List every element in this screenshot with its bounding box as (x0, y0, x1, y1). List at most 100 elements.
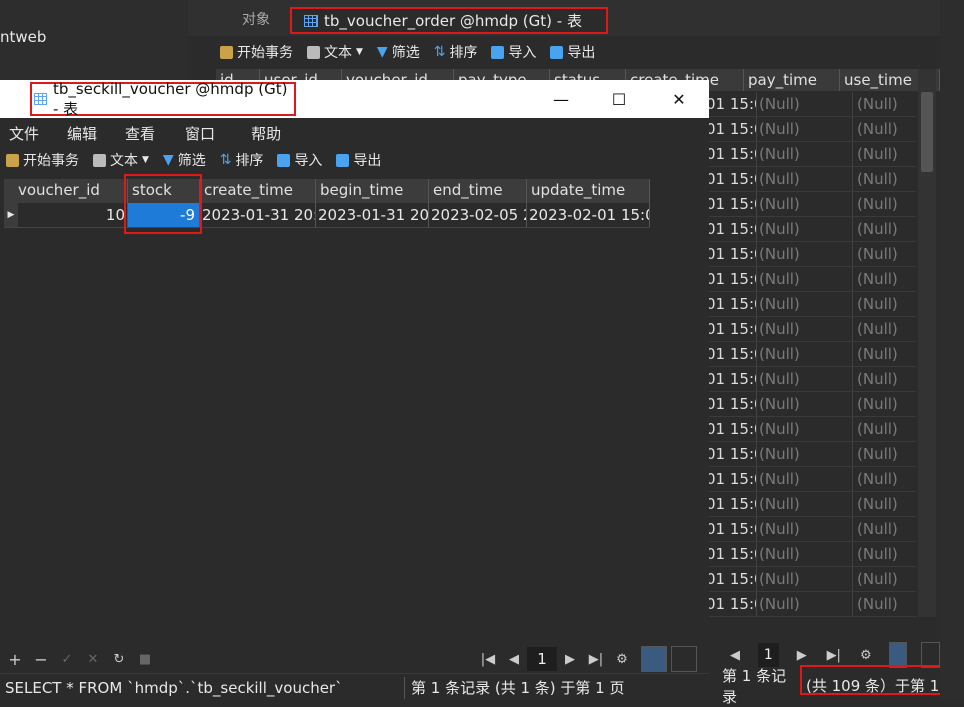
table-row[interactable]: 01 15:0(Null)(Null) (706, 467, 916, 492)
cell-use-time[interactable]: (Null) (852, 192, 916, 216)
column-header-voucher-id[interactable]: voucher_id (4, 179, 128, 203)
cell-use-time[interactable]: (Null) (852, 392, 916, 416)
cell-create-time[interactable]: 01 15:0 (706, 517, 756, 541)
text-button[interactable]: 文本 ▼ (307, 42, 363, 62)
refresh-icon[interactable]: ↻ (106, 652, 132, 667)
sort-button[interactable]: ⇅ 排序 (434, 42, 478, 62)
table-row[interactable]: 01 15:0(Null)(Null) (706, 192, 916, 217)
cell-pay-time[interactable]: (Null) (756, 467, 852, 491)
table-row[interactable]: 01 15:0(Null)(Null) (706, 567, 916, 592)
window-title-bar[interactable]: tb_seckill_voucher @hmdp (Gt) - 表 — ☐ ✕ (0, 80, 709, 118)
cell-pay-time[interactable]: (Null) (756, 117, 852, 141)
filter-button[interactable]: ▼ 筛选 (163, 150, 206, 170)
cell-use-time[interactable]: (Null) (852, 467, 916, 491)
column-header-end-time[interactable]: end_time (429, 179, 527, 203)
cell-use-time[interactable]: (Null) (852, 367, 916, 391)
table-row[interactable]: 01 15:0(Null)(Null) (706, 317, 916, 342)
table-row[interactable]: 01 15:0(Null)(Null) (706, 542, 916, 567)
cell-pay-time[interactable]: (Null) (756, 292, 852, 316)
text-button[interactable]: 文本 ▼ (93, 150, 149, 170)
cell-voucher-id[interactable]: 10 (18, 203, 128, 227)
table-row[interactable]: 01 15:0(Null)(Null) (706, 142, 916, 167)
tab-objects[interactable]: 对象 (242, 9, 270, 29)
cell-use-time[interactable]: (Null) (852, 267, 916, 291)
table-row[interactable]: 01 15:0(Null)(Null) (706, 517, 916, 542)
cell-create-time[interactable]: 01 15:0 (706, 117, 756, 141)
table-row[interactable]: 01 15:0(Null)(Null) (706, 492, 916, 517)
prev-page-icon[interactable]: ◀ (726, 648, 744, 663)
cell-create-time[interactable]: 01 15:0 (706, 217, 756, 241)
menu-help[interactable]: 帮助 (251, 123, 281, 144)
table-row[interactable]: 01 15:0(Null)(Null) (706, 242, 916, 267)
settings-icon[interactable]: ⚙ (609, 652, 635, 667)
cell-use-time[interactable]: (Null) (852, 417, 916, 441)
cell-pay-time[interactable]: (Null) (756, 492, 852, 516)
column-header-update-time[interactable]: update_time (527, 179, 650, 203)
filter-button[interactable]: ▼ 筛选 (377, 42, 420, 62)
last-page-icon[interactable]: ▶| (583, 652, 609, 667)
cell-begin-time[interactable]: 2023-01-31 20: (316, 203, 429, 227)
cell-create-time[interactable]: 2023-01-31 20:5 (200, 203, 316, 227)
cell-use-time[interactable]: (Null) (852, 167, 916, 191)
page-number-field[interactable]: 1 (758, 643, 779, 667)
tab-voucher-order[interactable]: tb_voucher_order @hmdp (Gt) - 表 (290, 7, 608, 34)
minimize-button[interactable]: — (538, 80, 584, 118)
navigator-item-fragment[interactable]: ntweb (0, 28, 46, 46)
cell-use-time[interactable]: (Null) (852, 242, 916, 266)
menu-file[interactable]: 文件 (9, 123, 39, 144)
discard-icon[interactable]: ✕ (80, 652, 106, 667)
cell-end-time[interactable]: 2023-02-05 2 (429, 203, 527, 227)
cell-create-time[interactable]: 01 15:0 (706, 167, 756, 191)
cell-create-time[interactable]: 01 15:0 (706, 392, 756, 416)
cell-pay-time[interactable]: (Null) (756, 217, 852, 241)
begin-transaction-button[interactable]: 开始事务 (220, 42, 293, 62)
cell-pay-time[interactable]: (Null) (756, 342, 852, 366)
begin-transaction-button[interactable]: 开始事务 (6, 150, 79, 170)
cell-pay-time[interactable]: (Null) (756, 592, 852, 616)
page-number-field[interactable]: 1 (527, 647, 557, 671)
cell-create-time[interactable]: 01 15:0 (706, 492, 756, 516)
prev-page-icon[interactable]: ◀ (501, 652, 527, 667)
cell-use-time[interactable]: (Null) (852, 567, 916, 591)
cell-pay-time[interactable]: (Null) (756, 92, 852, 116)
cell-create-time[interactable]: 01 15:0 (706, 467, 756, 491)
column-header-pay-time[interactable]: pay_time (744, 69, 840, 91)
cell-create-time[interactable]: 01 15:0 (706, 242, 756, 266)
cell-use-time[interactable]: (Null) (852, 442, 916, 466)
cell-create-time[interactable]: 01 15:0 (706, 342, 756, 366)
cell-use-time[interactable]: (Null) (852, 517, 916, 541)
cell-pay-time[interactable]: (Null) (756, 542, 852, 566)
table-row[interactable]: 01 15:0(Null)(Null) (706, 417, 916, 442)
cell-pay-time[interactable]: (Null) (756, 142, 852, 166)
row-selector-icon[interactable]: ▶ (4, 203, 18, 227)
table-row[interactable]: ▶ 10 -9 2023-01-31 20:5 2023-01-31 20: 2… (4, 203, 650, 228)
maximize-button[interactable]: ☐ (596, 80, 642, 118)
table-row[interactable]: 01 15:0(Null)(Null) (706, 442, 916, 467)
cell-use-time[interactable]: (Null) (852, 292, 916, 316)
cell-use-time[interactable]: (Null) (852, 492, 916, 516)
menu-edit[interactable]: 编辑 (67, 123, 97, 144)
cell-use-time[interactable]: (Null) (852, 542, 916, 566)
table-row[interactable]: 01 15:0(Null)(Null) (706, 367, 916, 392)
last-page-icon[interactable]: ▶| (825, 648, 843, 663)
cell-create-time[interactable]: 01 15:0 (706, 442, 756, 466)
cell-pay-time[interactable]: (Null) (756, 367, 852, 391)
cell-use-time[interactable]: (Null) (852, 92, 916, 116)
table-row[interactable]: 01 15:0(Null)(Null) (706, 292, 916, 317)
cell-pay-time[interactable]: (Null) (756, 517, 852, 541)
cell-create-time[interactable]: 01 15:0 (706, 292, 756, 316)
delete-record-icon[interactable]: − (28, 650, 54, 669)
cell-create-time[interactable]: 01 15:0 (706, 417, 756, 441)
cell-pay-time[interactable]: (Null) (756, 567, 852, 591)
apply-icon[interactable]: ✓ (54, 652, 80, 667)
cell-create-time[interactable]: 01 15:0 (706, 192, 756, 216)
column-header-create-time[interactable]: create_time (200, 179, 316, 203)
cell-pay-time[interactable]: (Null) (756, 242, 852, 266)
cell-create-time[interactable]: 01 15:0 (706, 592, 756, 616)
grid-view-button[interactable] (641, 646, 667, 672)
column-header-begin-time[interactable]: begin_time (316, 179, 429, 203)
next-page-icon[interactable]: ▶ (793, 648, 811, 663)
cell-create-time[interactable]: 01 15:0 (706, 542, 756, 566)
scrollbar-thumb[interactable] (921, 92, 933, 172)
export-button[interactable]: 导出 (550, 42, 595, 62)
